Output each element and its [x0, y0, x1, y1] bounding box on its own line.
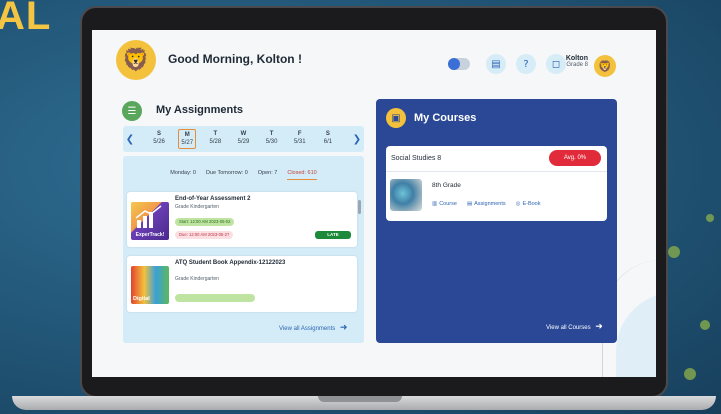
- view-all-courses-link[interactable]: View all Courses ➜: [546, 321, 603, 332]
- calendar-day[interactable]: W 5/29: [234, 129, 252, 149]
- help-icon: ?: [523, 58, 529, 70]
- course-thumbnail: [390, 179, 422, 211]
- decorative-dot: [668, 246, 680, 258]
- courses-icon: ▣: [386, 108, 406, 128]
- course-card[interactable]: Social Studies 8 Avg. 0% 8th Grade ▥ Cou…: [386, 146, 607, 221]
- assignments-icon: ☰: [122, 101, 142, 121]
- help-button[interactable]: ?: [516, 54, 536, 74]
- calendar-day-name: W: [240, 131, 247, 137]
- calendar-days: S 5/26 M 5/27 T 5/28 W 5/29 T 5/30 F 5/31 S 6/1: [137, 129, 350, 149]
- calendar-day-date: 5/26: [153, 139, 165, 145]
- status-badge: LATE: [315, 231, 351, 239]
- course-grade: 8th Grade: [432, 182, 461, 189]
- user-grade: Grade 8: [566, 62, 588, 68]
- calendar-day[interactable]: T 5/28: [206, 129, 224, 149]
- ebook-link-label: E-Book: [522, 201, 541, 207]
- theme-toggle[interactable]: [448, 58, 470, 70]
- clipboard-icon: ▤: [466, 201, 473, 207]
- filter-tab[interactable]: Due Tomorrow: 0: [206, 170, 248, 180]
- chat-icon: ◻: [551, 58, 561, 70]
- user-name: Kolton: [565, 55, 588, 62]
- assignment-title: ATQ Student Book Appendix-12122023: [175, 260, 286, 266]
- book-open-icon: ▥: [432, 201, 438, 207]
- due-date-pill: Due: 12:00 AM 2023-05-27: [175, 231, 234, 239]
- decorative-dot: [706, 214, 714, 222]
- assignment-grade: Grade Kindergarten: [175, 204, 219, 210]
- start-date-pill: Start: 12:00 AM 2023-05-02: [175, 218, 235, 226]
- assignments-panel: Monday: 0 Due Tomorrow: 0 Open: 7 Closed: 6…: [123, 156, 364, 343]
- assignment-title: End-of-Year Assessment 2: [175, 196, 251, 202]
- calendar-day-name: M: [184, 132, 190, 138]
- view-all-courses-label: View all Courses: [546, 325, 591, 331]
- assignment-card[interactable]: Digital ATQ Student Book Appendix-121220…: [127, 256, 357, 312]
- filter-tab[interactable]: Closed: 610: [287, 170, 317, 180]
- arrow-right-icon: ➜: [339, 322, 348, 332]
- assignment-grade: Grade Kindergarten: [175, 276, 219, 282]
- book-button[interactable]: ▤: [486, 54, 506, 74]
- laptop-notch: [318, 396, 402, 402]
- assignments-link-label: Assignments: [474, 201, 506, 207]
- thumbnail-label: Digital: [133, 296, 150, 302]
- week-calendar: ❮ S 5/26 M 5/27 T 5/28 W 5/29 T 5/30 F 5/31 S 6/1 ❯: [123, 126, 364, 152]
- average-badge: Avg. 0%: [549, 150, 601, 166]
- assignment-thumbnail: Digital: [131, 266, 169, 304]
- calendar-next-button[interactable]: ❯: [350, 134, 364, 145]
- calendar-day-name: S: [157, 131, 162, 137]
- divider: [386, 171, 607, 172]
- lion-icon: 🦁: [122, 47, 150, 73]
- avatar[interactable]: 🦁: [116, 40, 156, 80]
- calendar-day[interactable]: T 5/30: [263, 129, 281, 149]
- view-all-assignments-label: View all Assignments: [279, 326, 336, 332]
- calendar-day-name: S: [325, 131, 330, 137]
- filter-tab[interactable]: Monday: 0: [170, 170, 196, 180]
- decorative-dot: [684, 368, 696, 380]
- background-logo-text: AL: [0, 0, 52, 38]
- assignments-title: My Assignments: [156, 104, 244, 116]
- start-date-pill: [175, 294, 255, 302]
- decorative-dot: [700, 320, 710, 330]
- calendar-day[interactable]: S 6/1: [319, 129, 337, 149]
- greeting-text: Good Morning, Kolton !: [168, 52, 302, 66]
- calendar-day[interactable]: S 5/26: [150, 129, 168, 149]
- calendar-day-date: 6/1: [323, 139, 333, 145]
- course-link[interactable]: ▥ Course: [432, 201, 457, 207]
- calendar-day[interactable]: M 5/27: [178, 129, 197, 149]
- view-all-assignments-link[interactable]: View all Assignments ➜: [279, 322, 347, 333]
- course-link-label: Course: [439, 201, 457, 207]
- calendar-day-date: 5/31: [293, 139, 306, 145]
- calendar-day-name: T: [213, 131, 218, 137]
- header-toolbar: ▤ ? ◻: [448, 54, 566, 74]
- assignments-scrollbar[interactable]: [358, 200, 361, 214]
- assignments-link[interactable]: ▤ Assignments: [467, 201, 506, 207]
- courses-title: My Courses: [414, 112, 477, 124]
- calendar-day-date: 5/30: [265, 139, 278, 145]
- calendar-day-date: 5/28: [209, 139, 222, 145]
- courses-panel: ▣ My Courses Social Studies 8 Avg. 0% 8t…: [376, 99, 617, 343]
- assignment-filters: Monday: 0 Due Tomorrow: 0 Open: 7 Closed: 6…: [123, 170, 364, 180]
- user-info[interactable]: Kolton Grade 8: [562, 55, 588, 68]
- book-icon: ▤: [491, 58, 501, 70]
- calendar-day[interactable]: F 5/31: [291, 129, 309, 149]
- assignment-card[interactable]: ExperTrack! End-of-Year Assessment 2 Gra…: [127, 192, 357, 247]
- assignment-thumbnail: ExperTrack!: [131, 202, 169, 240]
- ebook-icon: ◎: [515, 201, 521, 207]
- calendar-day-date: 5/27: [181, 140, 194, 146]
- course-links: ▥ Course ▤ Assignments ◎ E-Book: [432, 201, 541, 207]
- calendar-day-date: 5/29: [237, 139, 250, 145]
- ebook-link[interactable]: ◎ E-Book: [516, 201, 541, 207]
- app-screen: 🦁 Good Morning, Kolton ! ▤ ? ◻ Kolton Gr…: [92, 30, 656, 377]
- filter-tab[interactable]: Open: 7: [258, 170, 278, 180]
- calendar-day-name: F: [297, 131, 302, 137]
- calendar-prev-button[interactable]: ❮: [123, 134, 137, 145]
- thumbnail-label: ExperTrack!: [135, 232, 165, 238]
- course-name: Social Studies 8: [391, 155, 442, 162]
- calendar-day-name: T: [269, 131, 274, 137]
- lion-icon: 🦁: [598, 59, 612, 73]
- arrow-right-icon: ➜: [595, 321, 603, 331]
- user-avatar[interactable]: 🦁: [594, 55, 616, 77]
